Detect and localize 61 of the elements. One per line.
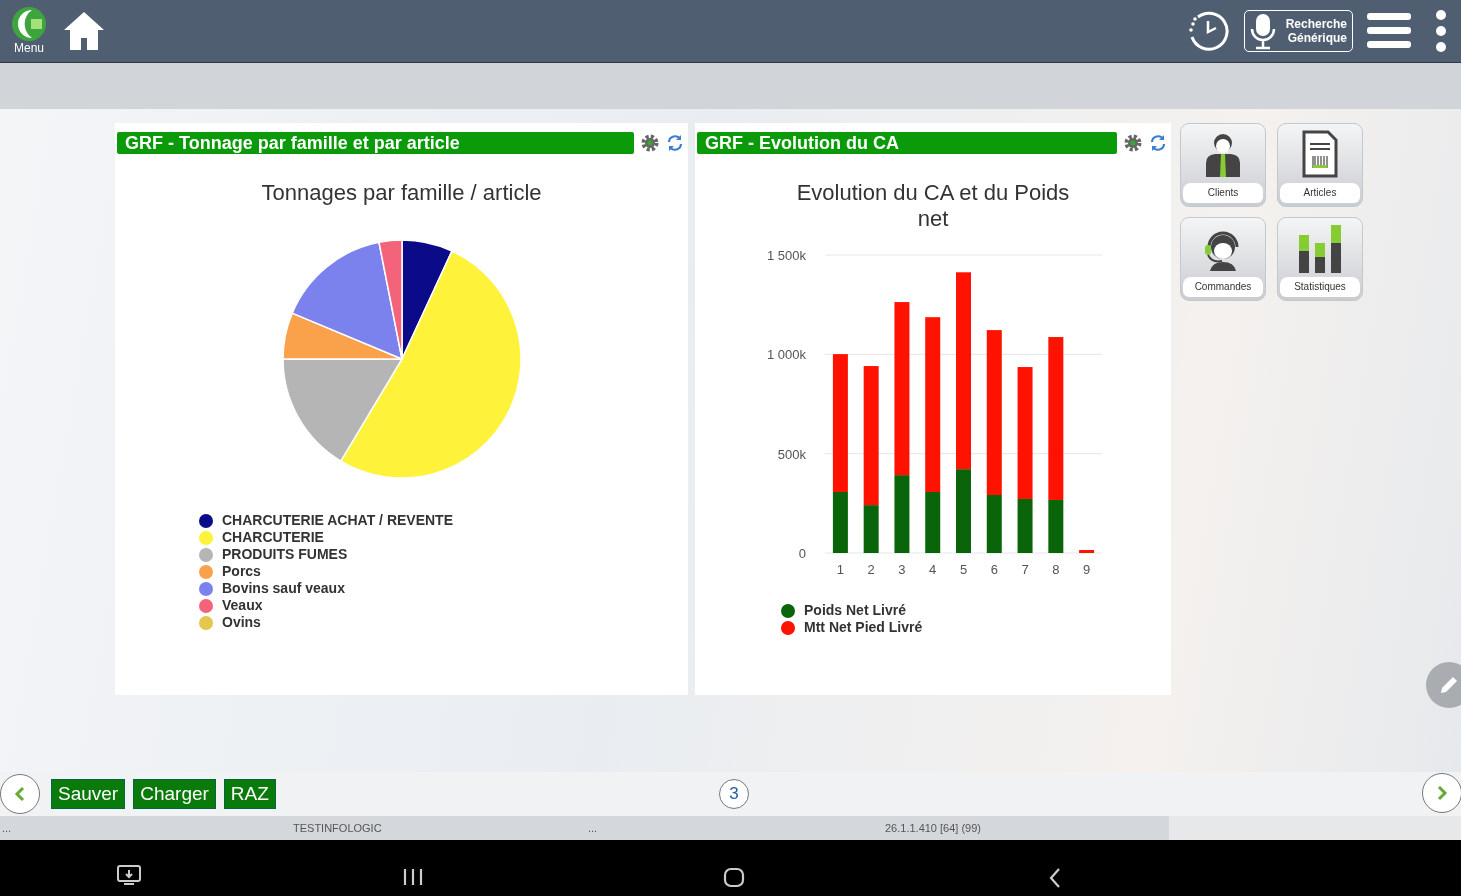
- status-text: ...: [588, 822, 599, 834]
- axis-tick-label: 7: [1021, 562, 1029, 577]
- refresh-icon[interactable]: [666, 134, 684, 152]
- recent-apps-icon[interactable]: [402, 868, 424, 886]
- axis-tick-label: 6: [990, 562, 998, 577]
- legend-label: Poids Net Livré: [804, 602, 906, 619]
- legend-label: PRODUITS FUMES: [222, 546, 348, 563]
- chart-title: Tonnages par famille / article: [260, 180, 543, 206]
- legend-label: Bovins sauf veaux: [222, 580, 345, 597]
- axis-tick-label: 9: [1083, 562, 1091, 577]
- shortcut-tile[interactable]: Commandes: [1180, 217, 1266, 301]
- shortcut-tile[interactable]: Clients: [1180, 123, 1266, 207]
- legend-label: Ovins: [222, 614, 261, 631]
- legend-label: CHARCUTERIE ACHAT / REVENTE: [222, 512, 453, 529]
- chevron-right-icon: [1435, 785, 1449, 801]
- back-icon[interactable]: [1048, 867, 1062, 889]
- status-version: 26.1.1.410 [64] (99): [885, 822, 981, 834]
- axis-tick-label: 3: [898, 562, 906, 577]
- logo-icon: [10, 7, 48, 41]
- bar-chart-icon: [1297, 222, 1343, 273]
- axis-tick-label: 1: [836, 562, 844, 577]
- shortcut-tile[interactable]: Statistiques: [1277, 217, 1363, 301]
- axis-tick-label: 1 500k: [766, 248, 806, 263]
- axis-tick-label: 2: [867, 562, 875, 577]
- shortcut-tile[interactable]: Articles: [1277, 123, 1363, 207]
- bar: [1079, 550, 1095, 553]
- previous-button[interactable]: [0, 774, 40, 814]
- screen-icon[interactable]: [116, 864, 142, 886]
- axis-tick-label: 4: [929, 562, 937, 577]
- action-button[interactable]: Sauver: [51, 779, 126, 809]
- axis-tick-label: 500k: [777, 446, 806, 462]
- page-number: 3: [719, 779, 749, 809]
- status-user: TESTINFOLOGIC: [293, 822, 383, 834]
- search-button[interactable]: Recherche Générique: [1244, 10, 1353, 52]
- settings-icon[interactable]: [640, 133, 660, 153]
- legend-label: Porcs: [222, 563, 261, 580]
- legend-label: Veaux: [222, 597, 263, 614]
- axis-tick-label: 0: [798, 546, 806, 561]
- microphone-icon: [1249, 12, 1277, 50]
- axis-tick-label: 1 000k: [766, 347, 806, 363]
- action-button[interactable]: Charger: [133, 779, 216, 809]
- status-text: ...: [2, 822, 13, 834]
- menu-icon[interactable]: [1367, 11, 1411, 51]
- next-button[interactable]: [1422, 773, 1461, 813]
- home-icon[interactable]: [62, 10, 106, 52]
- legend-label: CHARCUTERIE: [222, 529, 324, 546]
- panel-header: GRF - Tonnage par famille et par article: [117, 132, 634, 154]
- clock-icon[interactable]: [1186, 9, 1230, 53]
- settings-icon[interactable]: [1123, 133, 1143, 153]
- panel-header: GRF - Evolution du CA: [697, 132, 1117, 154]
- chart-title: Evolution du CA et du Poids net: [795, 180, 1071, 232]
- action-button[interactable]: RAZ: [223, 779, 276, 809]
- pencil-icon: [1439, 675, 1459, 695]
- refresh-icon[interactable]: [1149, 134, 1167, 152]
- home-nav-icon[interactable]: [723, 867, 745, 888]
- axis-tick-label: 8: [1052, 562, 1060, 577]
- chevron-left-icon: [13, 786, 27, 802]
- axis-tick-label: 5: [959, 562, 968, 577]
- legend-label: Mtt Net Pied Livré: [804, 619, 923, 636]
- menu-button[interactable]: Menu: [10, 7, 48, 55]
- document-icon: [1302, 129, 1338, 178]
